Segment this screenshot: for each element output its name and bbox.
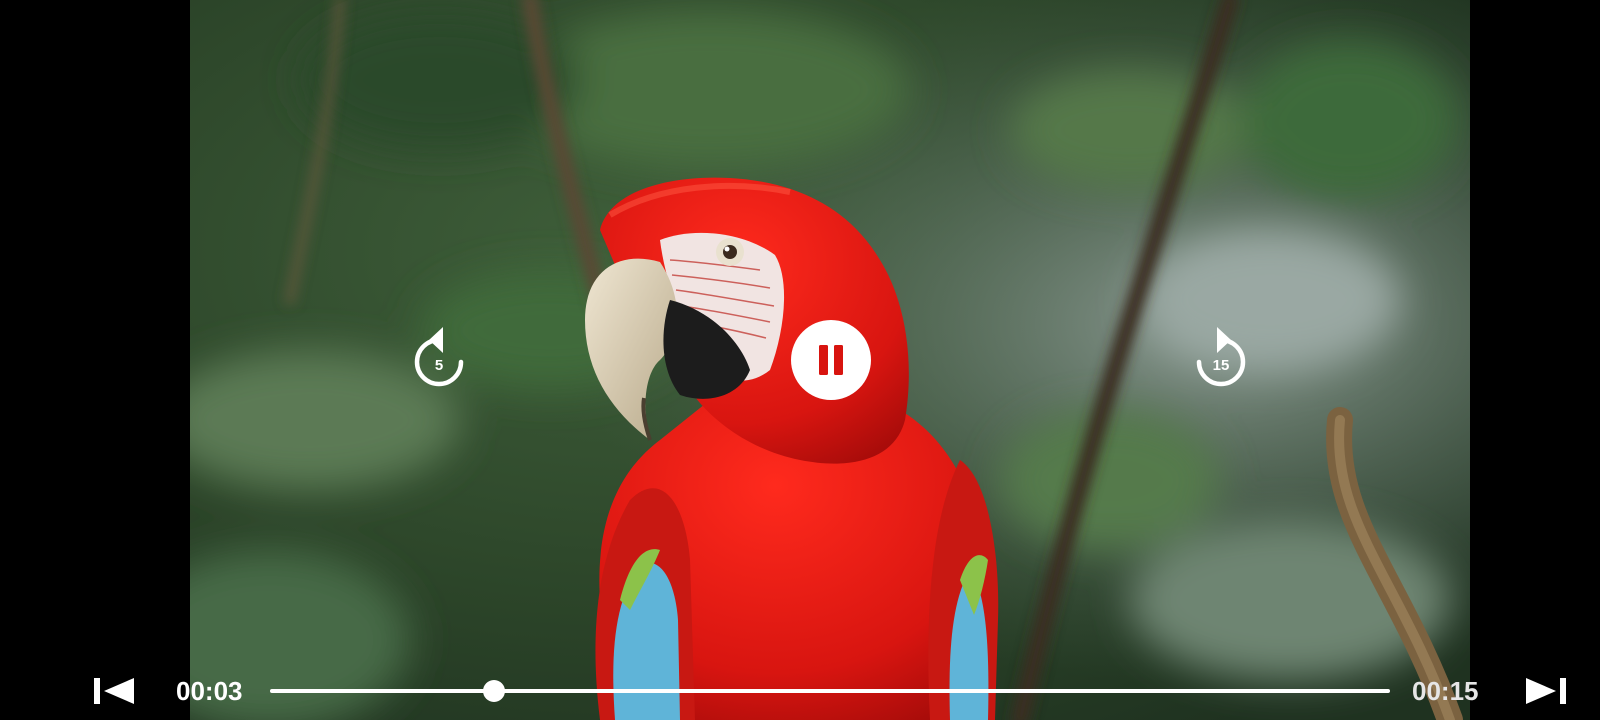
seek-thumb[interactable] [483,680,505,702]
rewind-seconds-label: 5 [434,357,444,374]
seek-bar[interactable] [270,680,1390,702]
current-time: 00:03 [176,676,243,706]
rewind-5-button[interactable]: 5 [409,324,469,392]
skip-next-icon [1526,678,1566,704]
forward-seconds-label: 15 [1212,357,1230,374]
forward-15-button[interactable]: 15 [1191,324,1251,392]
pause-button[interactable] [791,320,871,400]
skip-previous-icon [94,678,134,704]
seek-track[interactable] [270,689,1390,693]
skip-next-button[interactable] [1524,675,1568,707]
skip-previous-button[interactable] [92,675,136,707]
pause-icon [819,345,843,375]
video-player[interactable]: 5 15 00:03 00:15 [0,0,1600,720]
total-time: 00:15 [1412,676,1479,706]
